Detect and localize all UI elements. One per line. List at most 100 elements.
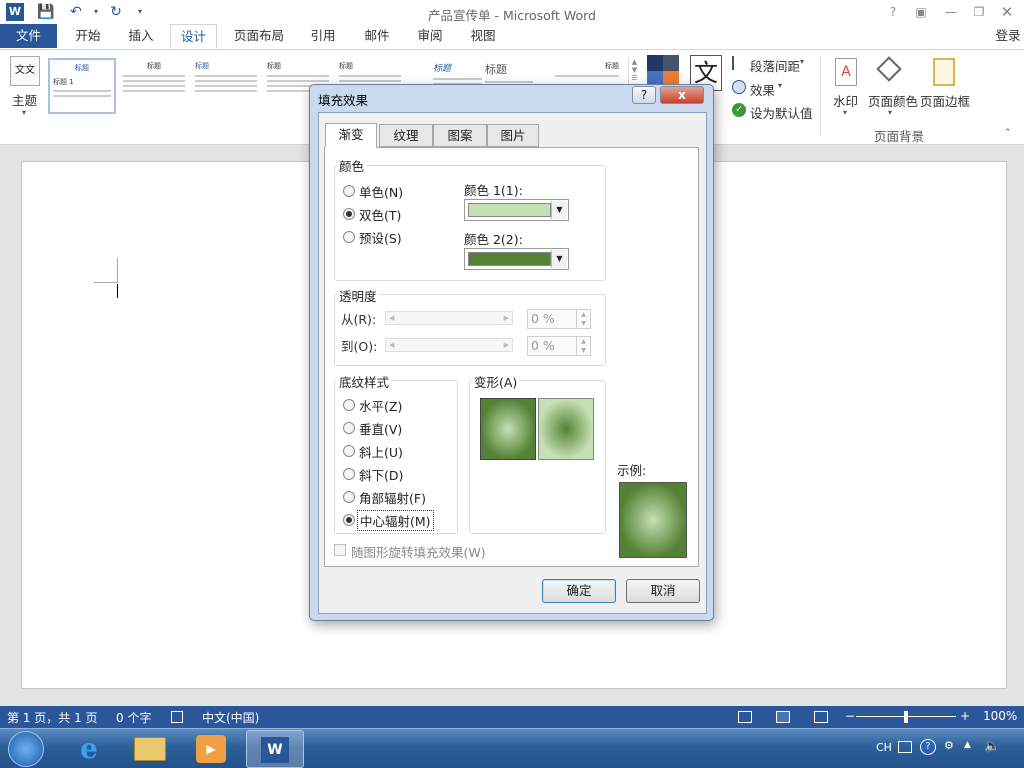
horizontal-label[interactable]: 水平(Z) [359,396,402,415]
from-slider-left-arrow-icon[interactable]: ◀ [389,312,394,324]
rotate-with-shape-checkbox[interactable] [334,544,346,556]
paragraph-spacing-icon[interactable] [732,56,746,70]
watermark-dropdown-icon[interactable]: ▾ [843,108,847,117]
start-button[interactable] [8,731,44,767]
word-app-icon[interactable]: W [6,3,24,21]
word-taskbar-button[interactable]: W [246,730,304,768]
theme-label[interactable]: 主题 [12,90,37,109]
tab-texture[interactable]: 纹理 [379,124,433,147]
zoom-in-button[interactable]: + [960,709,970,723]
radio-horizontal[interactable] [343,399,355,411]
preset-label[interactable]: 预设(S) [359,228,402,247]
style-thumb-1[interactable]: 标题 标题 1 [48,58,116,114]
tab-references[interactable]: 引用 [303,24,343,48]
colors-icon[interactable] [647,55,679,87]
from-center-label[interactable]: 中心辐射(M) [357,510,434,531]
style-thumb-2[interactable]: 标题 [120,58,188,114]
show-hidden-icons[interactable]: ▲ [964,740,971,750]
to-slider-left-arrow-icon[interactable]: ◀ [389,339,394,351]
from-slider-right-arrow-icon[interactable]: ▶ [504,312,509,324]
input-language[interactable]: CH [876,741,892,754]
one-color-label[interactable]: 单色(N) [359,182,403,201]
from-spin-arrows-icon[interactable]: ▲ ▼ [576,310,590,328]
dialog-close-button[interactable]: x [660,86,704,104]
variant-1[interactable] [480,398,536,460]
effects-button[interactable]: 效果 [750,80,775,99]
keyboard-icon[interactable] [898,741,912,753]
explorer-icon[interactable] [134,737,166,761]
radio-preset[interactable] [343,231,355,243]
ok-button[interactable]: 确定 [542,579,616,603]
color1-dropdown-arrow-icon[interactable]: ▼ [551,201,567,219]
paragraph-spacing-button[interactable]: 段落间距 [750,56,800,75]
zoom-level[interactable]: 100% [983,709,1017,723]
page-borders-icon[interactable] [933,58,955,86]
cancel-button[interactable]: 取消 [626,579,700,603]
diagonal-up-label[interactable]: 斜上(U) [359,442,403,461]
customize-qat-icon[interactable]: ▾ [130,2,150,22]
rotate-with-shape-label[interactable]: 随图形旋转填充效果(W) [351,542,486,561]
theme-icon[interactable]: 文文 [10,56,40,86]
color2-dropdown[interactable]: ▼ [464,248,569,270]
radio-diagonal-down[interactable] [343,468,355,480]
settings-tray-icon[interactable]: ⚙ [944,739,954,752]
to-spinbox[interactable]: 0 % ▲ ▼ [527,336,591,356]
color1-dropdown[interactable]: ▼ [464,199,569,221]
effects-dropdown-icon[interactable]: ▾ [778,81,782,90]
maximize-icon[interactable]: ❐ [966,2,992,22]
help-icon[interactable]: ? [880,2,906,22]
from-corner-label[interactable]: 角部辐射(F) [359,488,426,507]
login-link[interactable]: 登录 [992,24,1024,48]
read-mode-icon[interactable] [738,711,752,723]
dialog-help-button[interactable]: ? [632,86,656,104]
page-borders-button[interactable]: 页面边框 [920,91,970,110]
page-count[interactable]: 第 1 页，共 1 页 [7,709,98,726]
from-spinbox[interactable]: 0 % ▲ ▼ [527,309,591,329]
tab-gradient[interactable]: 渐变 [325,123,377,148]
tab-page-layout[interactable]: 页面布局 [226,24,292,48]
to-spin-arrows-icon[interactable]: ▲ ▼ [576,337,590,355]
zoom-out-button[interactable]: − [845,709,855,723]
from-slider[interactable]: ◀ ▶ [385,311,513,325]
zoom-slider-thumb[interactable] [904,711,908,723]
tab-design[interactable]: 设计 [170,24,217,49]
tab-file[interactable]: 文件 [0,24,57,48]
page-color-dropdown-icon[interactable]: ▾ [888,108,892,117]
proofing-icon[interactable] [171,711,183,723]
diagonal-down-label[interactable]: 斜下(D) [359,465,403,484]
tab-mailings[interactable]: 邮件 [356,24,398,48]
print-layout-icon[interactable] [776,711,790,723]
volume-icon[interactable]: 🔈 [984,739,1000,754]
tab-review[interactable]: 审阅 [410,24,450,48]
ie-icon[interactable]: e [72,733,106,765]
web-layout-icon[interactable] [814,711,828,723]
tab-home[interactable]: 开始 [66,24,110,48]
paragraph-spacing-dropdown-icon[interactable]: ▾ [800,57,804,66]
to-slider-right-arrow-icon[interactable]: ▶ [504,339,509,351]
word-count[interactable]: 0 个字 [116,709,151,726]
tab-view[interactable]: 视图 [462,24,504,48]
undo-dropdown-icon[interactable]: ▾ [86,2,106,22]
watermark-icon[interactable]: A [835,58,857,86]
radio-diagonal-up[interactable] [343,445,355,457]
redo-icon[interactable]: ↻ [106,2,126,22]
radio-two-colors[interactable] [343,208,355,220]
theme-dropdown-icon[interactable]: ▾ [22,108,26,117]
close-icon[interactable]: ✕ [994,2,1020,22]
page-color-button[interactable]: 页面颜色 [868,91,918,110]
radio-from-corner[interactable] [343,491,355,503]
radio-vertical[interactable] [343,422,355,434]
set-default-button[interactable]: 设为默认值 [750,103,813,122]
style-thumb-3[interactable]: 标题 [192,58,260,114]
tab-picture[interactable]: 图片 [487,124,539,147]
undo-icon[interactable]: ↶ [66,2,86,22]
radio-from-center[interactable] [343,514,355,526]
save-icon[interactable]: 💾 [36,2,56,22]
radio-one-color[interactable] [343,185,355,197]
two-colors-label[interactable]: 双色(T) [359,205,401,224]
to-slider[interactable]: ◀ ▶ [385,338,513,352]
minimize-icon[interactable]: — [938,2,964,22]
tab-pattern[interactable]: 图案 [433,124,487,147]
color2-dropdown-arrow-icon[interactable]: ▼ [551,250,567,268]
variant-2[interactable] [538,398,594,460]
